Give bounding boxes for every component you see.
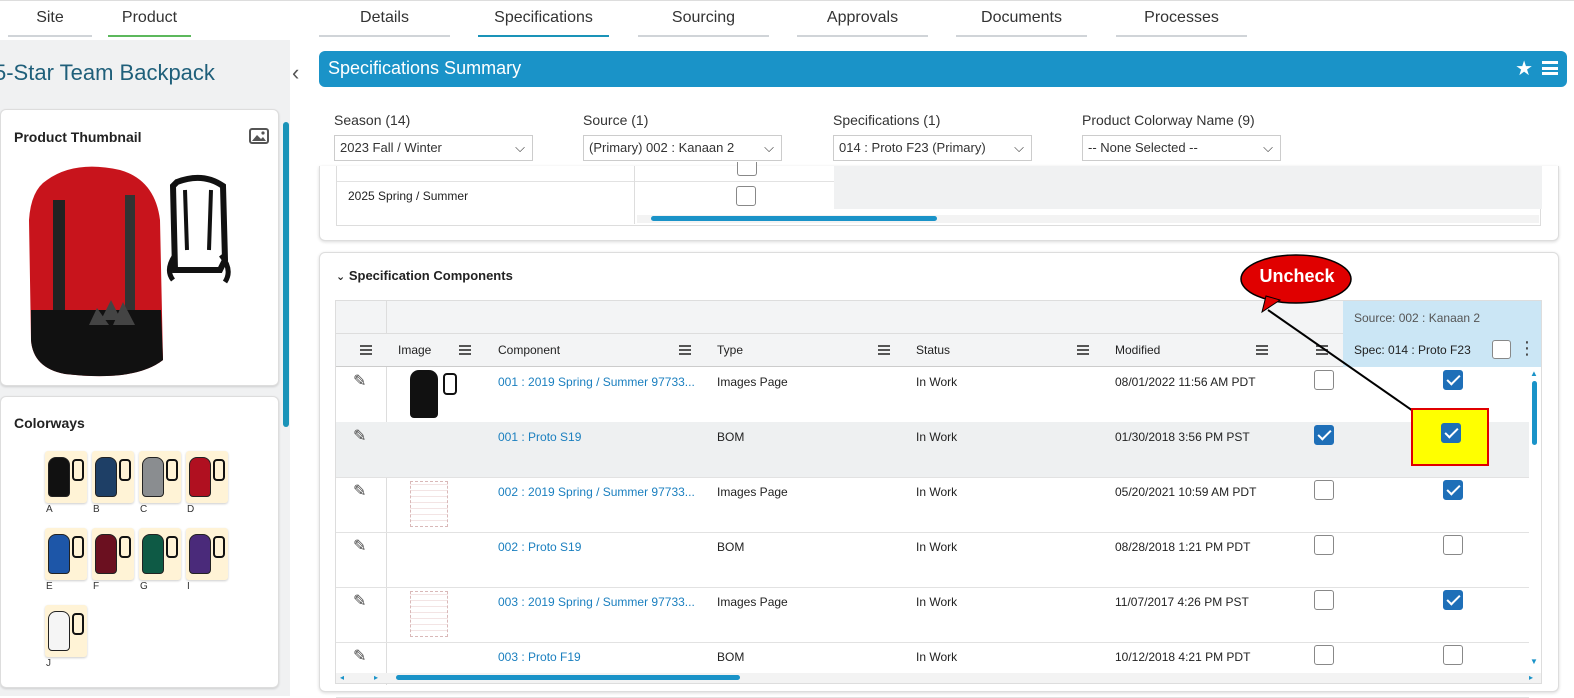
annotation-overlay — [1240, 254, 1427, 421]
uncheck-callout-text: Uncheck — [1259, 266, 1335, 286]
highlighted-spec-checkbox[interactable] — [1441, 423, 1461, 443]
